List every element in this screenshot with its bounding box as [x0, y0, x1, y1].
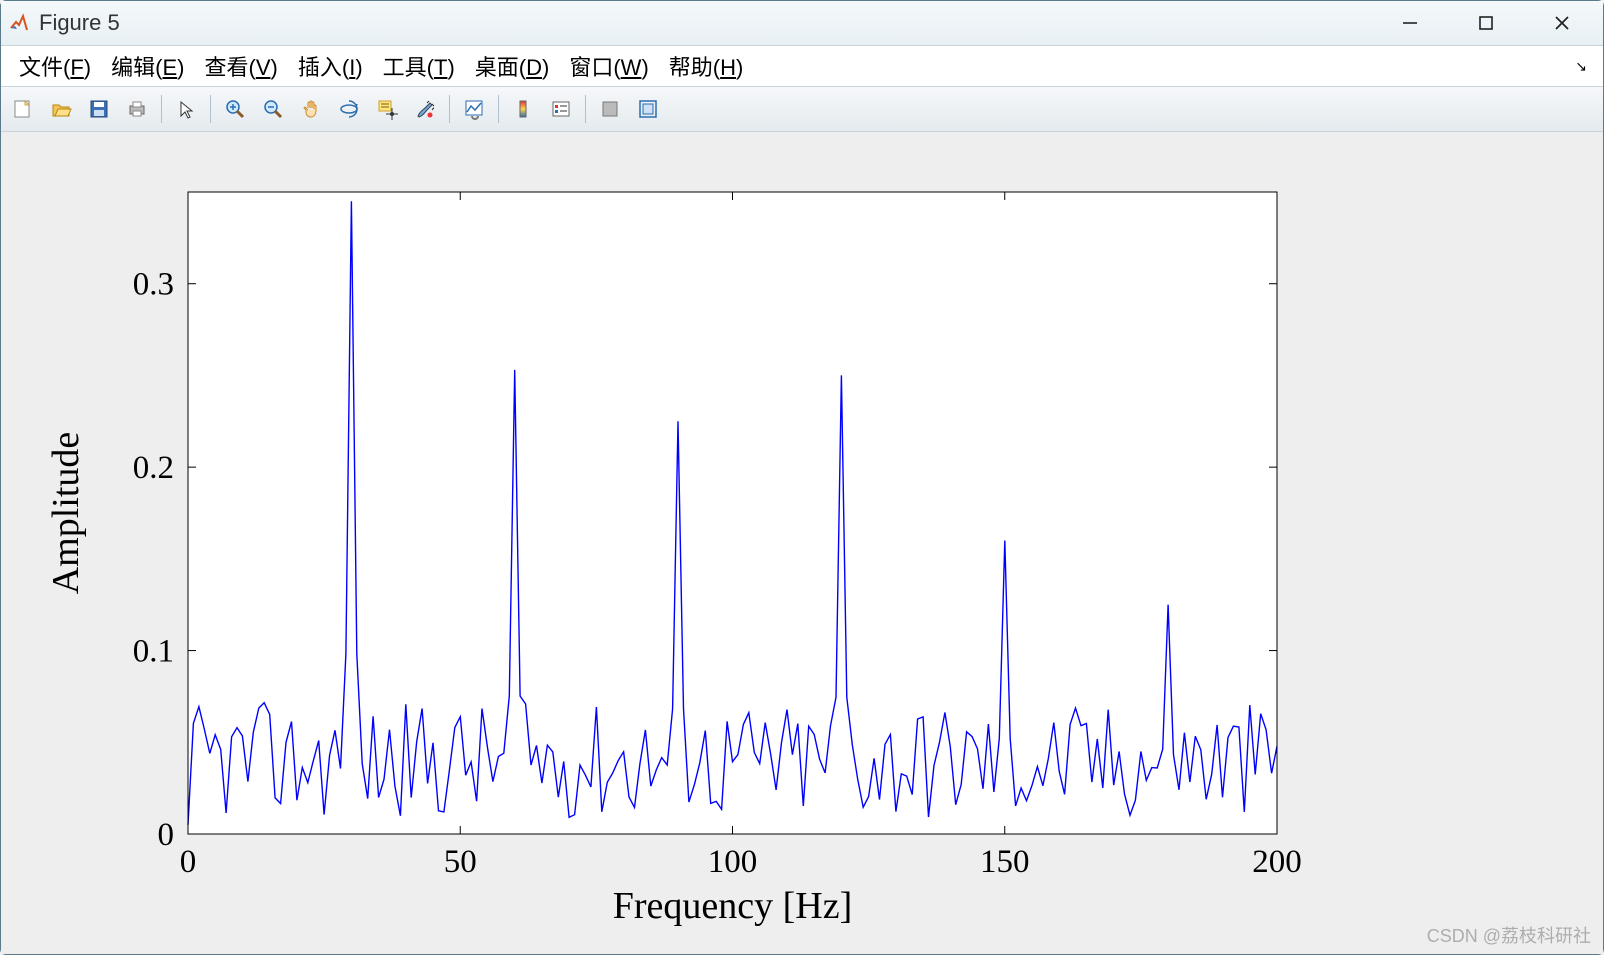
minimize-button[interactable] [1387, 8, 1433, 38]
legend-icon[interactable] [543, 91, 579, 127]
titlebar[interactable]: Figure 5 [1, 1, 1603, 46]
x-axis-label: Frequency [Hz] [613, 885, 853, 927]
menu-edit[interactable]: 编辑(E) [101, 46, 194, 86]
x-tick-label: 150 [980, 844, 1030, 880]
brush-icon[interactable] [407, 91, 443, 127]
watermark: CSDN @荔枝科研社 [1427, 922, 1591, 948]
menu-help[interactable]: 帮助(H) [659, 46, 754, 86]
colorbar-icon[interactable] [505, 91, 541, 127]
toolbar-separator [210, 95, 211, 123]
chart[interactable]: 0 50 100 150 200 0 0.1 0.2 0.3 Frequency [Hz] Ampl… [1, 132, 1603, 954]
close-button[interactable] [1539, 8, 1585, 38]
menu-window[interactable]: 窗口(W) [559, 46, 658, 86]
menu-collapse-icon[interactable]: ↘ [1567, 54, 1595, 79]
rotate3d-icon[interactable] [331, 91, 367, 127]
window-title: Figure 5 [39, 10, 120, 36]
x-tick-label: 100 [708, 844, 758, 880]
window-buttons [1387, 8, 1585, 38]
menubar: 文件(F) 编辑(E) 查看(V) 插入(I) 工具(T) 桌面(D) 窗口(W… [1, 46, 1603, 87]
toolbar-separator [449, 95, 450, 123]
matlab-app-icon [7, 11, 31, 35]
toolbar [1, 87, 1603, 132]
hide-tools-icon[interactable] [592, 91, 628, 127]
pointer-icon[interactable] [168, 91, 204, 127]
dock-icon[interactable] [630, 91, 666, 127]
y-tick-label: 0.3 [133, 267, 174, 303]
toolbar-separator [498, 95, 499, 123]
y-tick-label: 0.1 [133, 634, 174, 670]
save-icon[interactable] [81, 91, 117, 127]
y-tick-label: 0 [158, 817, 175, 853]
y-tick-label: 0.2 [133, 450, 174, 486]
menu-view[interactable]: 查看(V) [194, 46, 287, 86]
x-tick-label: 50 [444, 844, 477, 880]
menu-tools[interactable]: 工具(T) [373, 46, 465, 86]
x-tick-label: 200 [1252, 844, 1302, 880]
menu-file[interactable]: 文件(F) [9, 46, 101, 86]
menu-desktop[interactable]: 桌面(D) [465, 46, 560, 86]
y-axis-label: Amplitude [45, 432, 87, 595]
menu-insert[interactable]: 插入(I) [288, 46, 373, 86]
figure-window: Figure 5 文件(F) 编辑(E) 查看(V) 插入(I) 工具(T) 桌… [0, 0, 1604, 955]
link-plot-icon[interactable] [456, 91, 492, 127]
open-icon[interactable] [43, 91, 79, 127]
toolbar-separator [585, 95, 586, 123]
pan-icon[interactable] [293, 91, 329, 127]
data-cursor-icon[interactable] [369, 91, 405, 127]
new-figure-icon[interactable] [5, 91, 41, 127]
plot-area: 0 50 100 150 200 0 0.1 0.2 0.3 Frequency [Hz] Ampl… [1, 132, 1603, 954]
toolbar-separator [161, 95, 162, 123]
x-tick-label: 0 [180, 844, 197, 880]
zoom-in-icon[interactable] [217, 91, 253, 127]
print-icon[interactable] [119, 91, 155, 127]
zoom-out-icon[interactable] [255, 91, 291, 127]
maximize-button[interactable] [1463, 8, 1509, 38]
